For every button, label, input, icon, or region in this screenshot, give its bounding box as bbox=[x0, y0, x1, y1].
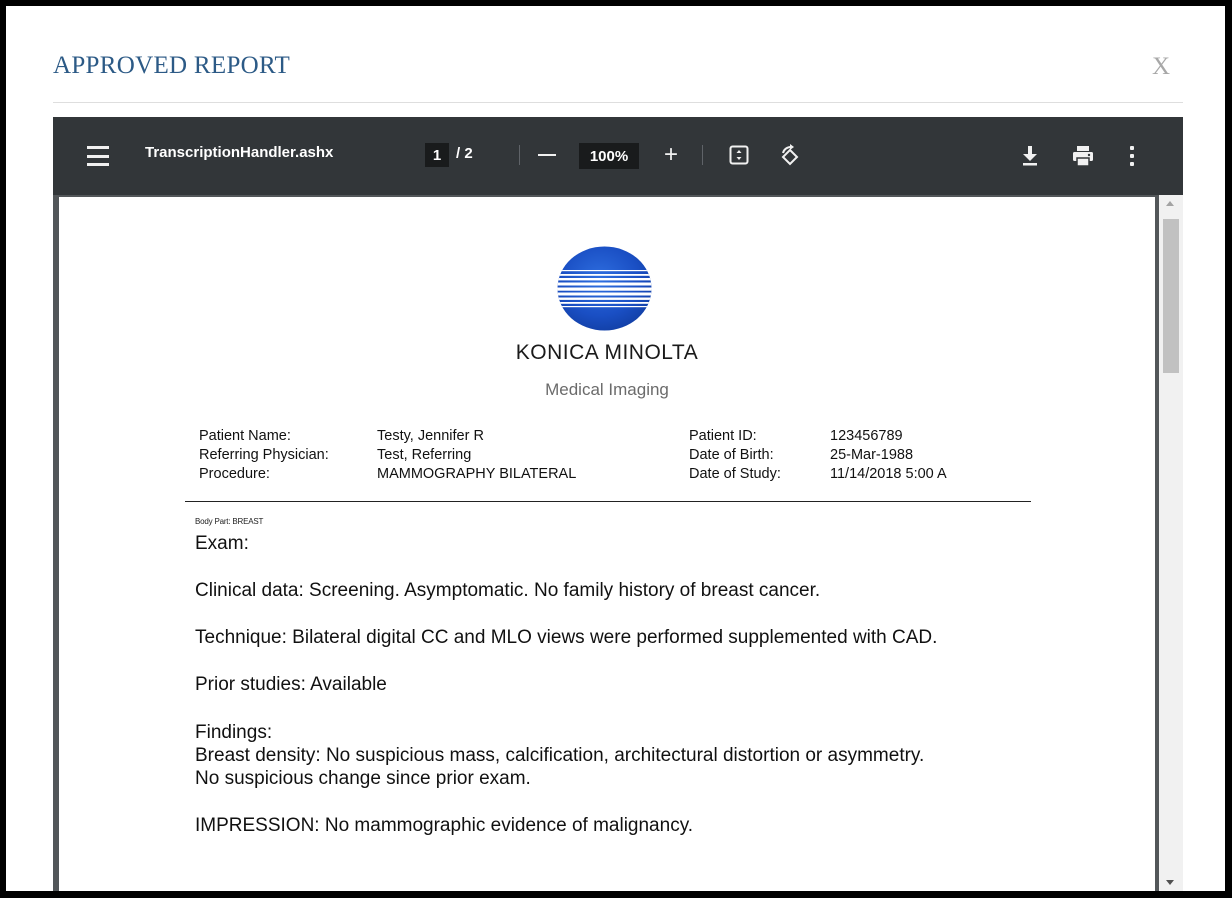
download-icon[interactable] bbox=[1019, 143, 1041, 167]
pdf-page: KONICA MINOLTA Medical Imaging Patient N… bbox=[59, 197, 1155, 891]
prior-studies: Prior studies: Available bbox=[195, 674, 387, 695]
date-of-birth-value: 25-Mar-1988 bbox=[830, 447, 914, 463]
header-rule bbox=[185, 501, 1031, 502]
referring-physician-label: Referring Physician: bbox=[199, 447, 329, 463]
zoom-out-icon[interactable] bbox=[538, 154, 556, 156]
date-of-study-value: 11/14/2018 5:00 A bbox=[830, 466, 947, 482]
zoom-in-icon[interactable]: + bbox=[659, 143, 683, 167]
zoom-level-input[interactable]: 100% bbox=[579, 143, 639, 169]
fit-to-page-icon[interactable] bbox=[729, 145, 749, 165]
page-total: / 2 bbox=[456, 145, 473, 162]
exam-heading: Exam: bbox=[195, 533, 249, 554]
findings-line-1: Breast density: No suspicious mass, calc… bbox=[195, 745, 925, 766]
scroll-down-arrow-icon[interactable] bbox=[1166, 880, 1174, 885]
referring-physician-value: Test, Referring bbox=[377, 447, 472, 463]
body-part: Body Part: BREAST bbox=[195, 517, 264, 526]
title-divider bbox=[53, 102, 1183, 103]
pdf-viewer: TranscriptionHandler.ashx 1 / 2 100% + K… bbox=[53, 117, 1183, 891]
scroll-up-arrow-icon[interactable] bbox=[1166, 201, 1174, 206]
page-number-input[interactable]: 1 bbox=[425, 143, 449, 167]
findings-heading: Findings: bbox=[195, 722, 273, 743]
patient-name-value: Testy, Jennifer R bbox=[377, 428, 484, 444]
vertical-scrollbar[interactable] bbox=[1159, 195, 1183, 891]
technique: Technique: Bilateral digital CC and MLO … bbox=[195, 627, 938, 648]
pdf-toolbar: TranscriptionHandler.ashx 1 / 2 100% + bbox=[53, 117, 1183, 195]
date-of-study-label: Date of Study: bbox=[689, 466, 781, 482]
menu-icon[interactable] bbox=[87, 146, 109, 166]
toolbar-separator bbox=[702, 145, 703, 165]
procedure-label: Procedure: bbox=[199, 466, 270, 482]
findings-line-2: No suspicious change since prior exam. bbox=[195, 768, 531, 789]
approved-report-modal: APPROVED REPORT X TranscriptionHandler.a… bbox=[6, 6, 1225, 891]
scrollbar-thumb[interactable] bbox=[1163, 219, 1179, 373]
close-button[interactable]: X bbox=[1152, 53, 1170, 81]
more-options-icon[interactable] bbox=[1129, 146, 1135, 166]
date-of-birth-label: Date of Birth: bbox=[689, 447, 774, 463]
modal-title: APPROVED REPORT bbox=[53, 52, 291, 79]
rotate-icon[interactable] bbox=[778, 144, 802, 168]
patient-id-value: 123456789 bbox=[830, 428, 903, 444]
patient-id-label: Patient ID: bbox=[689, 428, 757, 444]
impression: IMPRESSION: No mammographic evidence of … bbox=[195, 815, 694, 836]
konica-minolta-logo bbox=[556, 245, 653, 332]
patient-name-label: Patient Name: bbox=[199, 428, 291, 444]
brand-tagline: Medical Imaging bbox=[545, 380, 669, 399]
print-icon[interactable] bbox=[1071, 145, 1095, 167]
toolbar-separator bbox=[519, 145, 520, 165]
brand-name: KONICA MINOLTA bbox=[515, 341, 699, 364]
clinical-data: Clinical data: Screening. Asymptomatic. … bbox=[195, 580, 821, 601]
procedure-value: MAMMOGRAPHY BILATERAL bbox=[377, 466, 577, 482]
file-name: TranscriptionHandler.ashx bbox=[145, 144, 334, 161]
